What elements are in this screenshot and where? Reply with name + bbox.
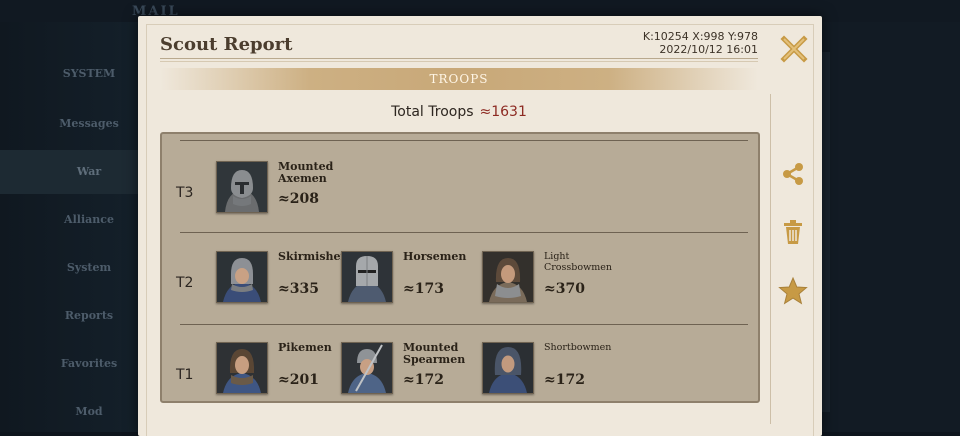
unit-shortbowmen[interactable]: Shortbowmen ≈172 <box>482 342 632 398</box>
unit-portrait <box>482 251 534 303</box>
tier-divider <box>180 140 748 141</box>
report-timestamp: 2022/10/12 16:01 <box>659 43 758 56</box>
hooded-crossbowman-icon <box>483 252 533 302</box>
scout-report-panel: Scout Report K:10254 X:998 Y:978 2022/10… <box>138 16 822 436</box>
unit-portrait <box>216 251 268 303</box>
share-button[interactable] <box>776 157 810 191</box>
unit-count: ≈335 <box>278 281 319 297</box>
unit-name: Shortbowmen <box>544 342 612 353</box>
unit-name: Mounted Spearmen <box>403 341 466 366</box>
close-button[interactable] <box>779 34 809 64</box>
favorite-button[interactable] <box>776 274 810 308</box>
unit-light-crossbowmen[interactable]: Light Crossbowmen ≈370 <box>482 251 632 307</box>
tier-label-t3: T3 <box>176 185 194 201</box>
mail-coif-knight-icon <box>217 162 267 212</box>
troops-section-header: TROOPS <box>160 68 758 90</box>
total-troops-label: Total Troops <box>391 104 474 120</box>
background-sidebar: SYSTEM Messages War Alliance System Repo… <box>0 22 138 432</box>
unit-portrait <box>341 342 393 394</box>
trash-icon <box>784 220 802 244</box>
unit-count: ≈173 <box>403 281 444 297</box>
report-coords[interactable]: K:10254 X:998 Y:978 <box>643 30 758 43</box>
hooded-pikeman-icon <box>217 343 267 393</box>
delete-button[interactable] <box>776 215 810 249</box>
unit-count: ≈370 <box>544 281 585 297</box>
unit-count: ≈201 <box>278 372 319 388</box>
total-troops-value: ≈1631 <box>479 104 527 120</box>
sidebar-item-favorites[interactable]: Favorites <box>0 342 138 386</box>
panel-divider <box>770 94 771 424</box>
troops-section-label: TROOPS <box>429 72 489 86</box>
unit-name: Horsemen <box>403 250 467 263</box>
great-helm-knight-icon <box>342 252 392 302</box>
unit-mounted-spearmen[interactable]: Mounted Spearmen ≈172 <box>341 342 491 398</box>
unit-portrait <box>216 161 268 213</box>
tier-label-t2: T2 <box>176 275 194 291</box>
total-troops: Total Troops ≈1631 <box>160 104 758 120</box>
unit-count: ≈172 <box>403 372 444 388</box>
share-icon <box>783 163 803 185</box>
tier-label-t1: T1 <box>176 367 194 383</box>
sidebar-item-mod[interactable]: Mod <box>0 390 138 434</box>
sidebar-item-system2[interactable]: System <box>0 246 138 290</box>
unit-portrait <box>216 342 268 394</box>
sidebar-item-reports[interactable]: Reports <box>0 294 138 338</box>
report-title: Scout Report <box>160 34 293 55</box>
open-helmet-soldier-icon <box>217 252 267 302</box>
unit-portrait <box>341 251 393 303</box>
hooded-archer-icon <box>483 343 533 393</box>
tier-divider <box>180 232 748 233</box>
star-icon <box>778 276 808 305</box>
header-divider <box>160 58 758 59</box>
unit-name: Mounted Axemen <box>278 160 334 185</box>
troop-list: T3 Mounted Axemen ≈208 T2 Skirmishers ≈3… <box>160 132 760 403</box>
unit-name: Light Crossbowmen <box>544 251 612 273</box>
unit-mounted-axemen[interactable]: Mounted Axemen ≈208 <box>216 161 366 217</box>
sidebar-item-system[interactable]: SYSTEM <box>0 52 138 96</box>
sidebar-item-messages[interactable]: Messages <box>0 102 138 146</box>
sidebar-item-alliance[interactable]: Alliance <box>0 198 138 242</box>
unit-count: ≈208 <box>278 191 319 207</box>
background-right-area <box>820 22 960 432</box>
unit-portrait <box>482 342 534 394</box>
tier-divider <box>180 324 748 325</box>
unit-horsemen[interactable]: Horsemen ≈173 <box>341 251 491 307</box>
unit-count: ≈172 <box>544 372 585 388</box>
sidebar-item-war[interactable]: War <box>0 150 138 194</box>
close-icon <box>780 35 808 63</box>
report-meta: K:10254 X:998 Y:978 2022/10/12 16:01 <box>643 30 758 56</box>
spearman-helmet-icon <box>342 343 392 393</box>
